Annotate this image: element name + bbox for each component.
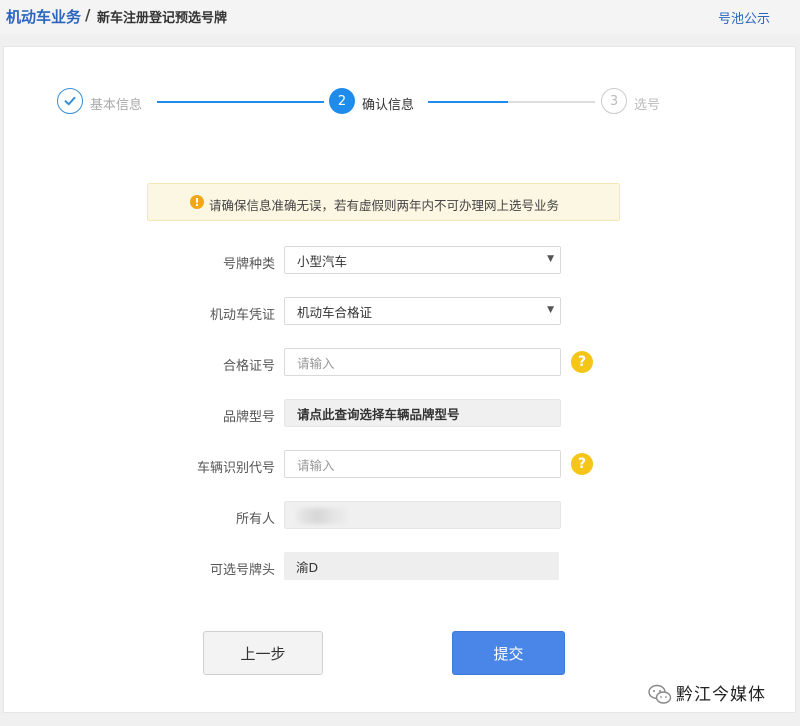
submit-button[interactable]: 提交 [452,631,565,675]
watermark-text: 黔江今媒体 [676,685,766,705]
step-3-label: 选号 [634,98,661,113]
breadcrumb-main[interactable]: 机动车业务 [6,6,81,27]
breadcrumb-separator: / [85,6,91,24]
chevron-down-icon: ▼ [547,305,554,315]
watermark: 黔江今媒体 [648,678,798,708]
vehicle-doc-select[interactable]: 机动车合格证 ▼ [284,297,561,325]
page-header: 机动车业务 / 新车注册登记预选号牌 号池公示 [0,0,800,34]
plate-prefix-value: 渝D [296,559,319,575]
vin-label: 车辆识别代号 [196,461,275,476]
vehicle-doc-value: 机动车合格证 [297,304,373,320]
plate-type-value: 小型汽车 [297,253,348,269]
owner-label: 所有人 [235,512,275,527]
plate-prefix-field: 渝D [284,552,559,580]
vin-placeholder: 请输入 [297,457,335,473]
cert-no-label: 合格证号 [222,359,275,374]
vin-input[interactable]: 请输入 [284,450,561,478]
vin-help-icon[interactable]: ? [571,453,593,475]
brand-model-value: 请点此查询选择车辆品牌型号 [297,406,460,422]
plate-type-label: 号牌种类 [222,257,275,272]
step-connector-2-pending [508,101,595,103]
step-2-number: 2 [329,88,355,114]
owner-blurred-value [297,508,347,524]
number-pool-link[interactable]: 号池公示 [718,8,770,27]
step-done-check-icon [57,88,83,114]
cert-no-help-icon[interactable]: ? [571,351,593,373]
notice-text: 请确保信息准确无误，若有虚假则两年内不可办理网上选号业务 [209,198,560,213]
warning-notice: ! 请确保信息准确无误，若有虚假则两年内不可办理网上选号业务 [147,183,620,221]
step-connector-1 [157,101,324,103]
plate-type-select[interactable]: 小型汽车 ▼ [284,246,561,274]
cert-no-placeholder: 请输入 [297,355,335,371]
brand-model-label: 品牌型号 [222,410,275,425]
form-card: 基本信息 2 确认信息 3 选号 ! 请确保信息准确无误，若有虚假则两年内不可办… [3,46,796,713]
step-1-label: 基本信息 [90,98,143,113]
plate-prefix-label: 可选号牌头 [209,563,275,578]
exclamation-icon: ! [190,195,204,209]
step-connector-2-active [428,101,508,103]
step-3-number: 3 [601,88,627,114]
step-2-label: 确认信息 [362,98,415,113]
brand-model-picker[interactable]: 请点此查询选择车辆品牌型号 [284,399,561,427]
cert-no-input[interactable]: 请输入 [284,348,561,376]
vehicle-doc-label: 机动车凭证 [209,308,275,323]
wechat-icon [648,684,672,704]
prev-step-button[interactable]: 上一步 [203,631,323,675]
owner-field [284,501,561,529]
breadcrumb-page: 新车注册登记预选号牌 [97,11,228,26]
chevron-down-icon: ▼ [547,254,554,264]
